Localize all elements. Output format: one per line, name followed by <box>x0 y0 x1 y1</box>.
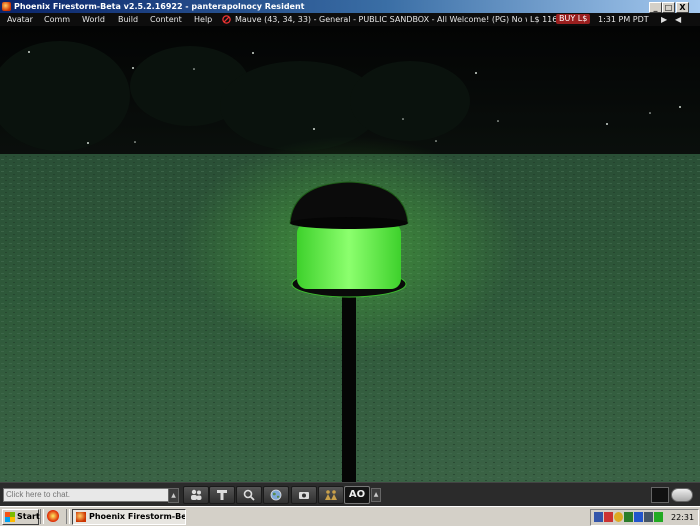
maximize-button[interactable]: □ <box>662 2 675 13</box>
gesture-icon <box>325 490 337 500</box>
world-map-button[interactable] <box>263 486 289 504</box>
parcel-restriction-icon[interactable] <box>222 15 231 24</box>
media-audio-button[interactable]: ◀ <box>675 13 681 26</box>
lamp-glow-glass <box>297 223 401 289</box>
bottom-toolbar: ▲ AO ▲ <box>0 482 700 507</box>
network-tray-icon[interactable] <box>594 512 603 522</box>
display-tray-icon[interactable] <box>634 512 643 522</box>
location-label[interactable]: Mauve (43, 34, 33) - General - PUBLIC SA… <box>235 13 527 26</box>
chat-channel-arrow[interactable]: ▲ <box>168 488 179 503</box>
menu-build[interactable]: Build <box>118 13 138 26</box>
taskbar-separator <box>40 509 44 524</box>
gestures-button[interactable] <box>318 486 344 504</box>
minimize-button[interactable]: _ <box>649 2 662 13</box>
linden-balance: L$ 116 <box>530 15 558 24</box>
scene-render[interactable] <box>0 26 700 482</box>
voice-toggle-button[interactable] <box>671 488 693 502</box>
security-tray-icon[interactable] <box>654 512 663 522</box>
buy-lindens-button[interactable]: BUY L$ <box>556 14 591 24</box>
messenger-tray-icon[interactable] <box>614 512 623 522</box>
menu-help[interactable]: Help <box>194 13 212 26</box>
people-icon <box>191 489 202 500</box>
antivirus-tray-icon[interactable] <box>604 512 613 522</box>
menu-content[interactable]: Content <box>150 13 182 26</box>
firestorm-task-icon <box>76 512 86 522</box>
taskbar-separator <box>66 509 70 524</box>
chat-input[interactable] <box>3 488 169 502</box>
start-label: Start <box>17 512 40 521</box>
system-clock[interactable]: 22:31 <box>671 510 694 525</box>
menu-comm[interactable]: Comm <box>44 13 70 26</box>
camera-button[interactable] <box>291 486 317 504</box>
media-play-button[interactable]: ▶ <box>661 13 667 26</box>
menu-world[interactable]: World <box>82 13 105 26</box>
lamp-post-pole <box>342 291 356 482</box>
system-tray: 22:31 <box>590 509 699 526</box>
ao-menu-arrow[interactable]: ▲ <box>371 488 381 502</box>
world-viewport[interactable] <box>0 26 700 482</box>
menu-avatar[interactable]: Avatar <box>7 13 33 26</box>
task-label: Phoenix Firestorm-Bet... <box>89 512 186 521</box>
window-title-bar[interactable]: Phoenix Firestorm-Beta v2.5.2.16922 - pa… <box>0 0 700 13</box>
volume-tray-icon[interactable] <box>644 512 653 522</box>
minimap-thumbnail[interactable] <box>651 487 669 503</box>
window-title: Phoenix Firestorm-Beta v2.5.2.16922 - pa… <box>14 2 305 11</box>
camera-icon <box>299 492 309 499</box>
search-button[interactable] <box>236 486 262 504</box>
start-button[interactable]: Start <box>2 509 40 525</box>
world-map-icon <box>270 489 282 501</box>
move-button[interactable] <box>209 486 235 504</box>
firestorm-app-icon[interactable] <box>2 2 11 11</box>
update-tray-icon[interactable] <box>624 512 633 522</box>
people-button[interactable] <box>183 486 209 504</box>
move-icon <box>217 490 227 500</box>
windows-taskbar: Start Phoenix Firestorm-Bet... 22:31 <box>0 506 700 526</box>
sl-clock: 1:31 PM PDT <box>598 15 649 24</box>
search-icon <box>243 489 255 501</box>
menu-bar: Avatar Comm World Build Content Help Mau… <box>0 13 700 26</box>
windows-logo-icon <box>5 512 15 522</box>
quicklaunch-app-icon[interactable] <box>47 510 59 522</box>
close-button[interactable]: X <box>676 2 689 13</box>
taskbar-window-firestorm[interactable]: Phoenix Firestorm-Bet... <box>72 509 186 525</box>
ao-button[interactable]: AO <box>344 486 370 504</box>
